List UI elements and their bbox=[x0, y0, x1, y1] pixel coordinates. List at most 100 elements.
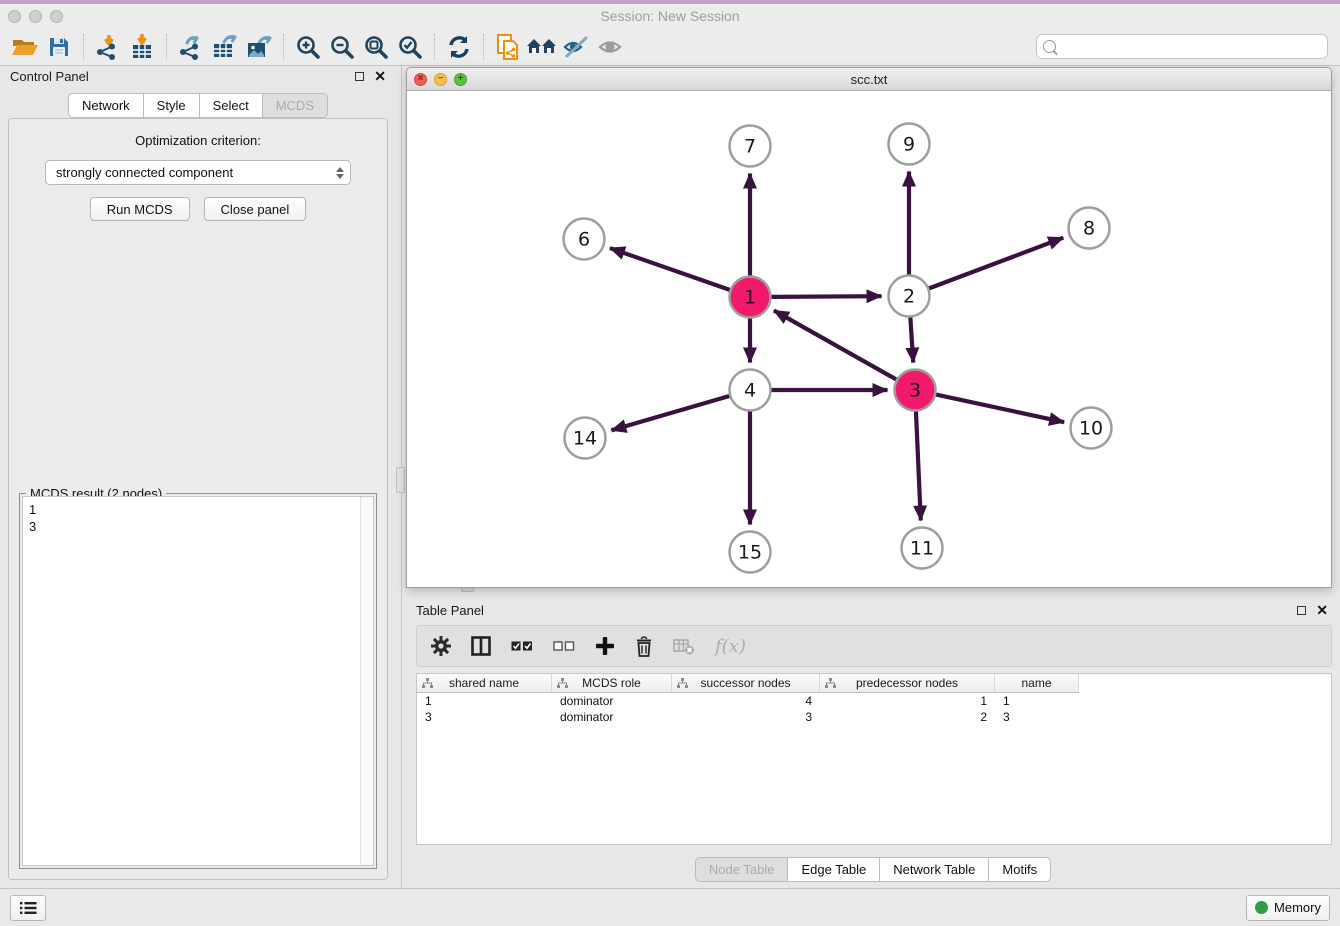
graph-edge-3-10[interactable] bbox=[936, 395, 1064, 423]
graph-edge-3-11[interactable] bbox=[916, 411, 921, 520]
task-history-button[interactable] bbox=[10, 895, 46, 921]
graph-edge-1-6[interactable] bbox=[610, 248, 730, 290]
table-panel: Table Panel ✕ bbox=[406, 598, 1340, 888]
zoom-out-button[interactable] bbox=[325, 32, 359, 62]
table-cell[interactable]: 1 bbox=[820, 693, 995, 709]
first-neighbors-button[interactable] bbox=[525, 32, 559, 62]
delete-column-button[interactable] bbox=[635, 636, 653, 657]
table-cell[interactable]: dominator bbox=[552, 709, 672, 725]
select-all-button[interactable] bbox=[511, 639, 533, 653]
open-folder-icon bbox=[11, 35, 39, 59]
export-network-button[interactable] bbox=[174, 32, 208, 62]
column-header-shared-name[interactable]: shared name bbox=[417, 674, 552, 692]
table-cell[interactable]: 1 bbox=[417, 693, 552, 709]
save-session-button[interactable] bbox=[42, 32, 76, 62]
graph-node-1[interactable]: 1 bbox=[730, 277, 771, 318]
float-table-panel-icon[interactable] bbox=[1297, 606, 1306, 615]
status-bar: Memory bbox=[0, 888, 1340, 926]
graph-node-2[interactable]: 2 bbox=[889, 276, 930, 317]
export-table-button[interactable] bbox=[208, 32, 242, 62]
network-window-titlebar[interactable]: × − + scc.txt bbox=[407, 68, 1331, 91]
table-cell[interactable]: dominator bbox=[552, 693, 672, 709]
refresh-layout-button[interactable] bbox=[442, 32, 476, 62]
clone-network-button[interactable] bbox=[491, 32, 525, 62]
table-row[interactable]: 3dominator323 bbox=[417, 709, 1331, 725]
column-header-name[interactable]: name bbox=[995, 674, 1079, 692]
tab-select[interactable]: Select bbox=[200, 93, 263, 118]
import-table-button[interactable] bbox=[125, 32, 159, 62]
zoom-fit-button[interactable] bbox=[359, 32, 393, 62]
result-scrollbar[interactable] bbox=[360, 497, 373, 865]
table-options-button[interactable] bbox=[431, 636, 451, 656]
column-header-label: name bbox=[1021, 676, 1051, 690]
search-field[interactable] bbox=[1036, 34, 1328, 59]
plus-icon bbox=[595, 636, 615, 656]
graph-edge-2-3[interactable] bbox=[910, 317, 913, 362]
close-panel-button[interactable]: Close panel bbox=[204, 197, 307, 221]
network-view-title: scc.txt bbox=[407, 72, 1331, 87]
memory-button[interactable]: Memory bbox=[1246, 895, 1330, 921]
run-mcds-button[interactable]: Run MCDS bbox=[90, 197, 190, 221]
table-row[interactable]: 1dominator411 bbox=[417, 693, 1331, 709]
tab-style[interactable]: Style bbox=[144, 93, 200, 118]
table-cell[interactable]: 1 bbox=[995, 693, 1079, 709]
tab-network[interactable]: Network bbox=[68, 93, 144, 118]
criterion-select[interactable]: strongly connected component bbox=[45, 160, 351, 185]
export-image-button[interactable] bbox=[242, 32, 276, 62]
mcds-result-item[interactable]: 3 bbox=[29, 518, 373, 535]
table-cell[interactable]: 2 bbox=[820, 709, 995, 725]
open-file-button[interactable] bbox=[8, 32, 42, 62]
network-canvas[interactable]: 7 9 6 8 1 2 4 3 14 10 15 11 bbox=[407, 91, 1331, 587]
tab-network-table[interactable]: Network Table bbox=[880, 857, 989, 882]
graph-node-8[interactable]: 8 bbox=[1069, 208, 1110, 249]
column-header-label: predecessor nodes bbox=[856, 676, 958, 690]
graph-node-3[interactable]: 3 bbox=[895, 370, 936, 411]
unselect-all-button[interactable] bbox=[553, 639, 575, 653]
column-header-successor-nodes[interactable]: successor nodes bbox=[672, 674, 820, 692]
close-table-panel-icon[interactable]: ✕ bbox=[1316, 603, 1328, 617]
show-all-button[interactable] bbox=[593, 32, 627, 62]
tab-mcds[interactable]: MCDS bbox=[263, 93, 328, 118]
graph-edge-2-8[interactable] bbox=[929, 238, 1063, 289]
graph-node-9[interactable]: 9 bbox=[889, 124, 930, 165]
node-table[interactable]: shared name MCDS role successor nodes prede… bbox=[416, 673, 1332, 845]
graph-edge-4-14[interactable] bbox=[611, 396, 729, 430]
zoom-in-button[interactable] bbox=[291, 32, 325, 62]
show-columns-button[interactable] bbox=[471, 636, 491, 656]
tab-node-table[interactable]: Node Table bbox=[695, 857, 789, 882]
graph-edge-1-2[interactable] bbox=[771, 296, 881, 297]
column-header-predecessor-nodes[interactable]: predecessor nodes bbox=[820, 674, 995, 692]
graph-node-15[interactable]: 15 bbox=[730, 532, 771, 573]
splitter-handle[interactable] bbox=[396, 467, 405, 493]
close-panel-icon[interactable]: ✕ bbox=[374, 69, 386, 83]
graph-node-14[interactable]: 14 bbox=[565, 418, 606, 459]
zoom-selected-button[interactable] bbox=[393, 32, 427, 62]
mcds-result-box: MCDS result (2 nodes) 13 bbox=[19, 493, 377, 869]
graph-node-label: 3 bbox=[909, 380, 921, 402]
import-network-button[interactable] bbox=[91, 32, 125, 62]
graph-node-11[interactable]: 11 bbox=[902, 528, 943, 569]
mcds-result-item[interactable]: 1 bbox=[29, 501, 373, 518]
table-cell[interactable]: 3 bbox=[672, 709, 820, 725]
mcds-result-list[interactable]: 13 bbox=[22, 496, 374, 866]
table-cell[interactable]: 4 bbox=[672, 693, 820, 709]
graph-node-7[interactable]: 7 bbox=[730, 126, 771, 167]
graph-node-6[interactable]: 6 bbox=[564, 219, 605, 260]
column-header-MCDS-role[interactable]: MCDS role bbox=[552, 674, 672, 692]
graph-node-10[interactable]: 10 bbox=[1071, 408, 1112, 449]
float-panel-icon[interactable] bbox=[355, 72, 364, 81]
add-column-button[interactable] bbox=[595, 636, 615, 656]
toolbar-separator bbox=[434, 34, 435, 60]
graph-node-4[interactable]: 4 bbox=[730, 370, 771, 411]
table-panel-header: Table Panel ✕ bbox=[406, 598, 1340, 622]
criterion-selected-value: strongly connected component bbox=[56, 165, 336, 180]
search-icon bbox=[1043, 40, 1056, 53]
table-cell[interactable]: 3 bbox=[995, 709, 1079, 725]
search-input[interactable] bbox=[1060, 39, 1321, 54]
table-cell[interactable]: 3 bbox=[417, 709, 552, 725]
hide-selected-button[interactable] bbox=[559, 32, 593, 62]
graph-edge-3-1[interactable] bbox=[774, 311, 896, 380]
column-header-label: MCDS role bbox=[582, 676, 641, 690]
tab-edge-table[interactable]: Edge Table bbox=[788, 857, 880, 882]
tab-motifs[interactable]: Motifs bbox=[989, 857, 1051, 882]
